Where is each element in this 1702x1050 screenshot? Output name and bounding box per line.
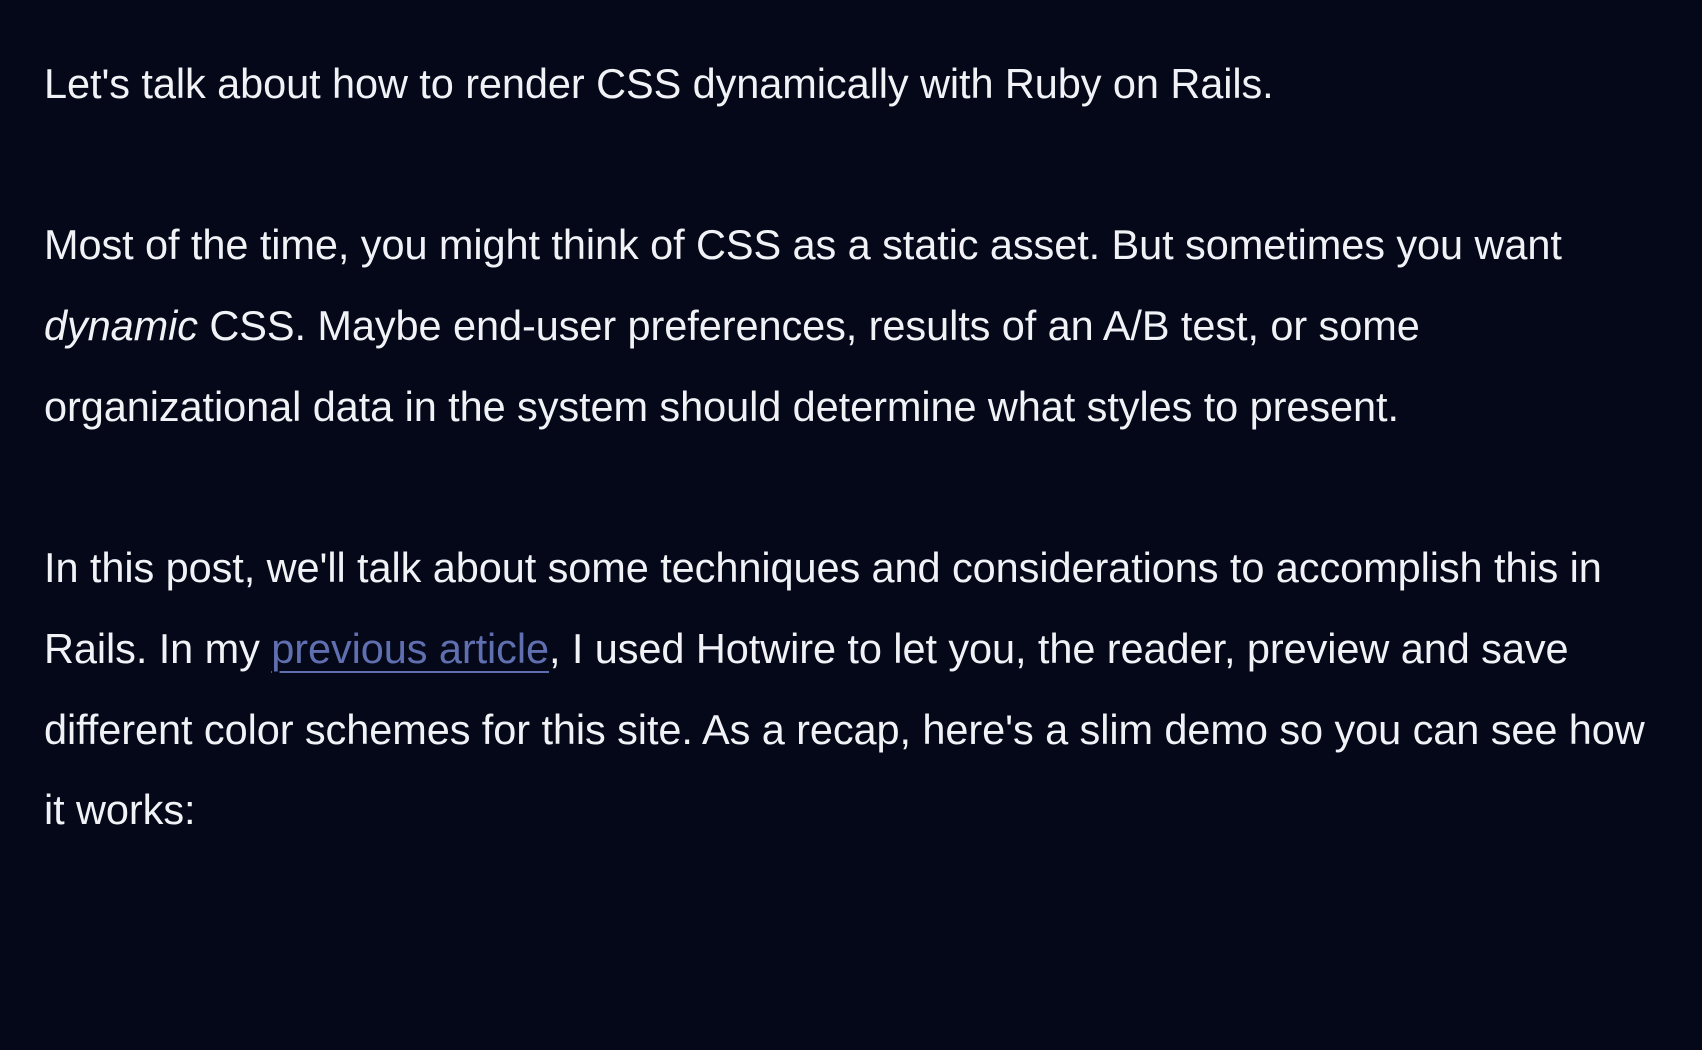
previous-article-link[interactable]: previous article	[271, 625, 549, 672]
paragraph-text-after-em: CSS. Maybe end-user preferences, results…	[44, 302, 1420, 430]
paragraph-motivation: Most of the time, you might think of CSS…	[44, 205, 1658, 448]
paragraph-text-before-em: Most of the time, you might think of CSS…	[44, 221, 1562, 268]
paragraph-text: Let's talk about how to render CSS dynam…	[44, 60, 1274, 107]
article-body: Let's talk about how to render CSS dynam…	[44, 44, 1658, 851]
emphasis-dynamic: dynamic	[44, 302, 198, 349]
paragraph-intro: Let's talk about how to render CSS dynam…	[44, 44, 1658, 125]
paragraph-overview: In this post, we'll talk about some tech…	[44, 528, 1658, 852]
